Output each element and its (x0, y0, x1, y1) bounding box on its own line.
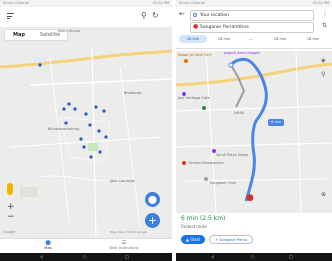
destination-pin-icon: ● (193, 23, 199, 30)
start-label: Start (190, 237, 201, 242)
nav-item-map[interactable]: ⬤ Map (30, 240, 66, 251)
nav-item-institutions[interactable]: ☰ Near Institutions (104, 240, 144, 251)
app-bar: ⚲ ↻ (0, 7, 172, 27)
mode-time: — (249, 37, 253, 41)
place-label: Jaigarh Arms Kappes (224, 51, 261, 55)
add-button[interactable]: + (145, 213, 160, 228)
place-label: Sanganer Ojiel (210, 181, 236, 185)
home-icon[interactable]: ○ (251, 255, 255, 259)
back-arrow-icon[interactable]: ← (179, 10, 185, 18)
map-attribution: Map data ©2023 Google (110, 230, 148, 234)
map-label-right: Bhadarwa (124, 91, 142, 95)
location-pin-icon: ⬤ (148, 195, 157, 204)
search-icon[interactable]: ⚲ (321, 71, 325, 78)
mode-time: 18 min (186, 37, 200, 41)
road-label: NH48 (234, 111, 244, 115)
map-label-left: Bhinatarachemisy (48, 127, 80, 131)
my-location-button[interactable]: ⬤ (145, 192, 160, 207)
back-icon[interactable]: ◁ (40, 255, 43, 259)
start-button[interactable]: ▲ Start (181, 235, 205, 244)
map-canvas (0, 46, 172, 238)
status-left-text: Shusil Chakrak (179, 1, 205, 5)
map-tab[interactable]: Map (5, 30, 33, 40)
status-right-text: 03:04 PM (152, 1, 169, 5)
compass-icon[interactable]: ⊕ (321, 191, 326, 198)
mode-time: 18 min (273, 37, 287, 41)
zoom-in-button[interactable]: + (7, 203, 15, 212)
mode-bike-chip[interactable]: 18 min (266, 35, 294, 43)
street-view-pegman-icon[interactable] (7, 183, 13, 195)
destination-marker-icon[interactable]: ● (246, 193, 254, 203)
share-button[interactable]: ⇪ Sanganer Pema (209, 235, 253, 244)
bottom-navigation: ⬤ Map ☰ Near Institutions (0, 238, 172, 254)
filter-icon[interactable] (7, 13, 14, 19)
route-time-badge[interactable]: 6 min (268, 119, 284, 126)
place-label: Sawai Jai Garh Fort (178, 53, 212, 57)
summary-time: 6 min (2.5 km) (181, 215, 226, 222)
left-screen: Shusil Chakrak 03:04 PM ⚲ ↻ Map Satellit… (0, 0, 172, 261)
navigation-icon: ▲ (185, 237, 189, 242)
directions-header: ← Your location ⋮ ● Sanganer Periamttine… (176, 7, 332, 51)
place-label: Tirahan Ramashetra (188, 161, 224, 165)
back-icon[interactable]: ◁ (211, 255, 214, 259)
recents-icon[interactable]: □ (289, 255, 293, 259)
status-left-text: Shusil Chakrak (3, 1, 29, 5)
share-icon: ⇪ (215, 238, 219, 242)
destination-text: Sanganer Periamttine (200, 24, 249, 30)
right-screen: Shusil Chakrak 03:04 PM ← Your location … (176, 0, 332, 261)
status-right-text: 03:04 PM (312, 1, 329, 5)
more-icon[interactable]: ⋮ (322, 10, 328, 17)
status-bar: Shusil Chakrak 03:04 PM (176, 0, 332, 7)
nav-item-label: Map (44, 246, 52, 250)
refresh-icon[interactable]: ↻ (152, 11, 159, 20)
share-label: Sanganer Pema (219, 238, 247, 242)
status-bar: Shusil Chakrak 03:04 PM (0, 0, 172, 7)
mode-ride-chip[interactable]: 18 min (298, 35, 328, 43)
zoom-out-button[interactable]: − (7, 213, 15, 222)
origin-dot-icon (193, 13, 197, 17)
google-logo: Google (3, 230, 16, 234)
layers-icon[interactable]: ◈ (321, 57, 326, 64)
mode-time: 18 min (306, 37, 320, 41)
mode-walk-chip[interactable]: — (240, 35, 262, 43)
origin-field[interactable]: Your location (190, 10, 314, 21)
place-label: Jain Heritage Cafe (178, 96, 210, 100)
swap-icon[interactable]: ⇅ (322, 22, 327, 29)
system-nav-bar: ◁ ○ □ (0, 253, 172, 261)
origin-text: Your location (200, 12, 229, 18)
map-view[interactable]: Map Satellite Jaipur Kinnal Bhinatarache… (0, 27, 172, 238)
destination-field[interactable]: ● Sanganer Periamttine (190, 22, 314, 33)
route-map[interactable]: ● 6 min Sawai Jai Garh Fort Jaigarh Arms… (176, 51, 332, 213)
route-summary: 6 min (2.5 km) Fastest route ▲ Start ⇪ S… (176, 213, 332, 253)
search-icon[interactable]: ⚲ (141, 11, 147, 20)
mode-drive-chip[interactable]: 18 min (179, 35, 207, 43)
home-icon[interactable]: ○ (83, 255, 87, 259)
place-label: Sandi Vidya Vishar (216, 153, 249, 157)
system-nav-bar: ◁ ○ □ (176, 253, 332, 261)
recents-icon[interactable]: □ (125, 255, 129, 259)
plus-icon: + (147, 214, 158, 227)
map-label-bottom: Jobo Caurniyal (110, 179, 136, 183)
map-label-top: Jaipur Kinnal (58, 29, 80, 33)
header-divider (176, 48, 332, 49)
nav-item-label: Near Institutions (109, 246, 139, 250)
mode-time: 18 min (217, 37, 231, 41)
summary-subtitle: Fastest route (181, 224, 207, 229)
route-map-canvas (176, 51, 332, 213)
mode-transit-chip[interactable]: 18 min (211, 35, 237, 43)
